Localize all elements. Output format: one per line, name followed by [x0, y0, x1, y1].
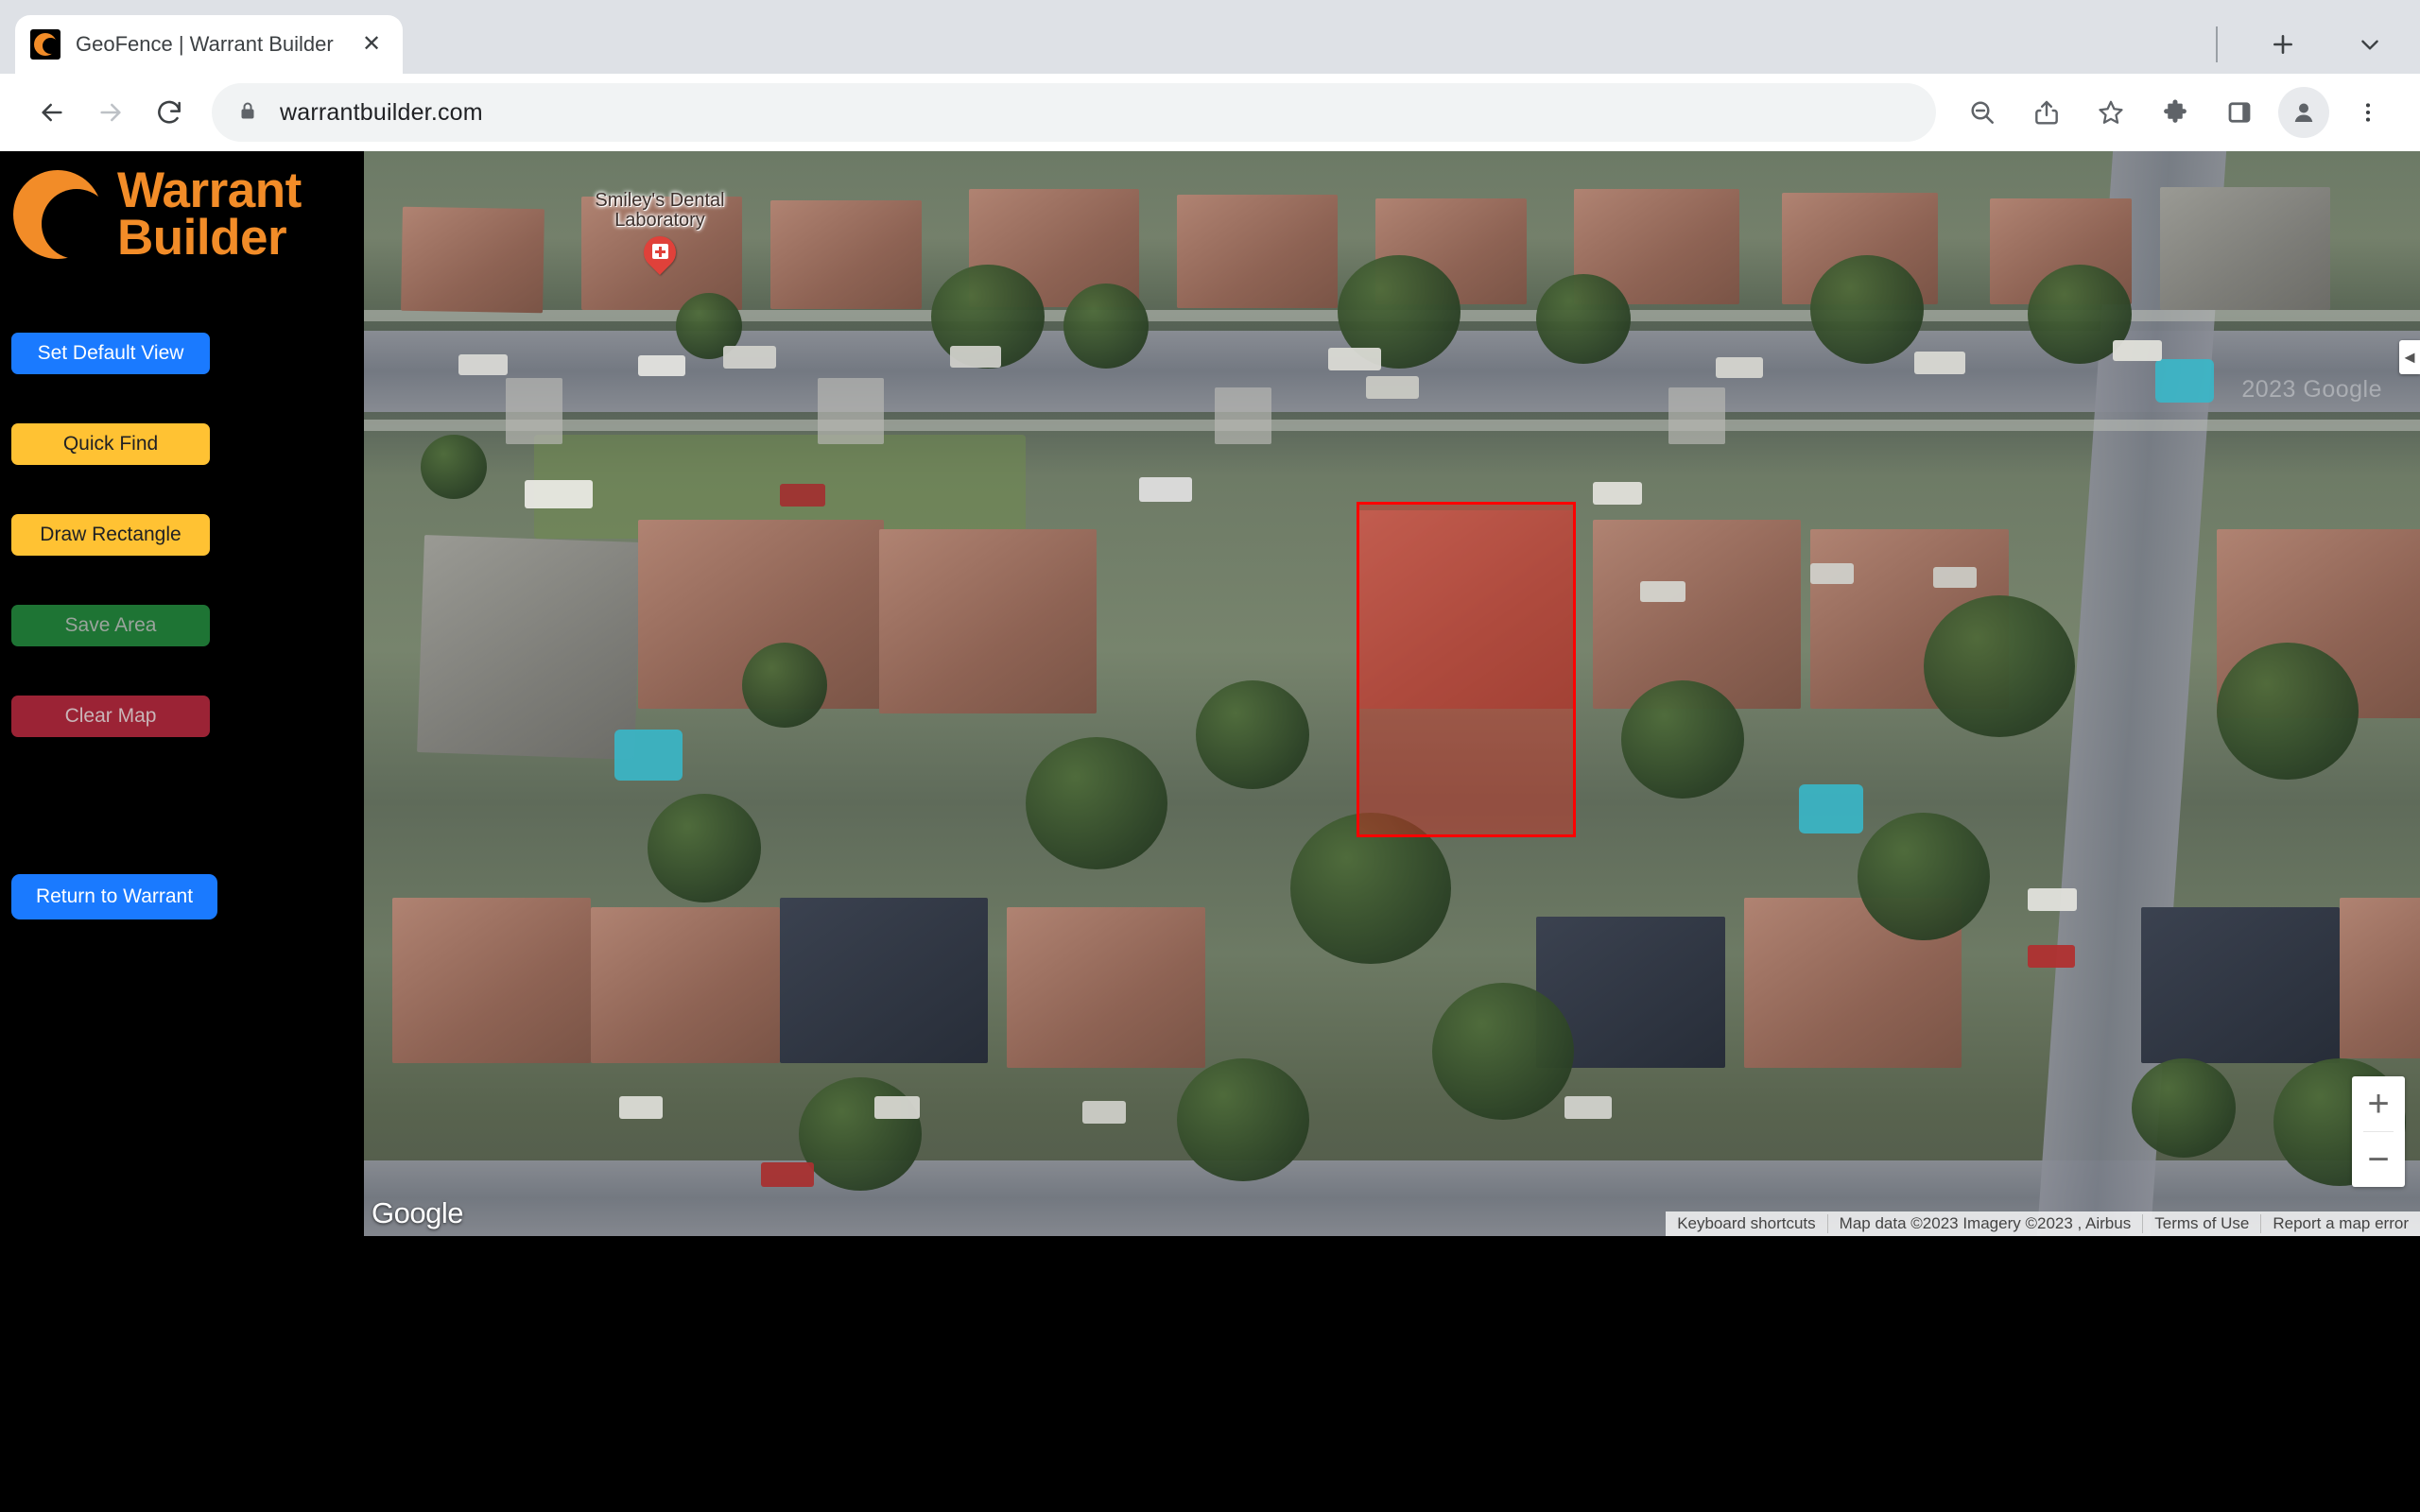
close-icon[interactable]: ✕: [355, 28, 388, 60]
return-to-warrant-button[interactable]: Return to Warrant: [11, 874, 217, 919]
sidebar-actions: Set Default View Quick Find Draw Rectang…: [0, 265, 364, 919]
back-icon[interactable]: [23, 83, 81, 142]
side-panel-icon[interactable]: [2210, 83, 2269, 142]
set-default-view-button[interactable]: Set Default View: [11, 333, 210, 374]
satellite-map[interactable]: 2023 Google Smiley's Dental Laboratory G…: [364, 151, 2420, 1236]
page-content: Warrant Builder Set Default View Quick F…: [0, 151, 2420, 1512]
quick-find-button[interactable]: Quick Find: [11, 423, 210, 465]
zoom-out-button[interactable]: −: [2352, 1132, 2405, 1187]
address-bar[interactable]: warrantbuilder.com: [212, 83, 1936, 142]
extensions-puzzle-icon[interactable]: [2146, 83, 2204, 142]
forward-icon[interactable]: [81, 83, 140, 142]
toolbar-icon-group: [1953, 83, 2397, 142]
map-edge-collapse-icon[interactable]: ◄: [2399, 340, 2420, 374]
bookmark-star-icon[interactable]: [2082, 83, 2140, 142]
draw-rectangle-button[interactable]: Draw Rectangle: [11, 514, 210, 556]
geofence-rectangle[interactable]: [1357, 502, 1576, 837]
lock-icon: [236, 99, 259, 127]
chevron-down-icon[interactable]: [2348, 23, 2392, 66]
browser-toolbar: warrantbuilder.com: [0, 74, 2420, 151]
url-text: warrantbuilder.com: [280, 98, 483, 126]
tab-title: GeoFence | Warrant Builder: [76, 32, 334, 56]
warrant-builder-favicon: [30, 29, 60, 60]
map-data-copyright: Map data ©2023 Imagery ©2023 , Airbus: [1826, 1214, 2143, 1233]
map-attribution: Keyboard shortcuts Map data ©2023 Imager…: [1666, 1211, 2420, 1236]
chrome-menu-icon[interactable]: [2339, 83, 2397, 142]
keyboard-shortcuts-link[interactable]: Keyboard shortcuts: [1666, 1214, 1826, 1233]
clear-map-button[interactable]: Clear Map: [11, 696, 210, 737]
terms-of-use-link[interactable]: Terms of Use: [2142, 1214, 2260, 1233]
crescent-logo-icon: [8, 164, 112, 265]
logo-line-1: Warrant: [117, 163, 302, 219]
profile-avatar-icon[interactable]: [2278, 87, 2329, 138]
browser-window: GeoFence | Warrant Builder ✕ warrantbuil…: [0, 0, 2420, 1512]
imagery-watermark: 2023 Google: [2241, 376, 2382, 403]
share-icon[interactable]: [2017, 83, 2076, 142]
sidebar: Warrant Builder Set Default View Quick F…: [0, 151, 364, 1512]
browser-tab[interactable]: GeoFence | Warrant Builder ✕: [15, 15, 403, 74]
zoom-in-button[interactable]: +: [2352, 1076, 2405, 1131]
tab-strip: GeoFence | Warrant Builder ✕: [0, 0, 2420, 74]
logo-line-2: Builder: [117, 210, 287, 266]
tab-strip-right: [2216, 23, 2392, 66]
divider: [2216, 26, 2218, 62]
reload-icon[interactable]: [140, 83, 199, 142]
google-logo: Google: [372, 1196, 463, 1229]
new-tab-icon[interactable]: [2261, 23, 2305, 66]
report-map-error-link[interactable]: Report a map error: [2260, 1214, 2420, 1233]
save-area-button[interactable]: Save Area: [11, 605, 210, 646]
zoom-out-icon[interactable]: [1953, 83, 2012, 142]
app-logo: Warrant Builder: [0, 151, 364, 265]
map-zoom-controls: + −: [2352, 1076, 2405, 1187]
